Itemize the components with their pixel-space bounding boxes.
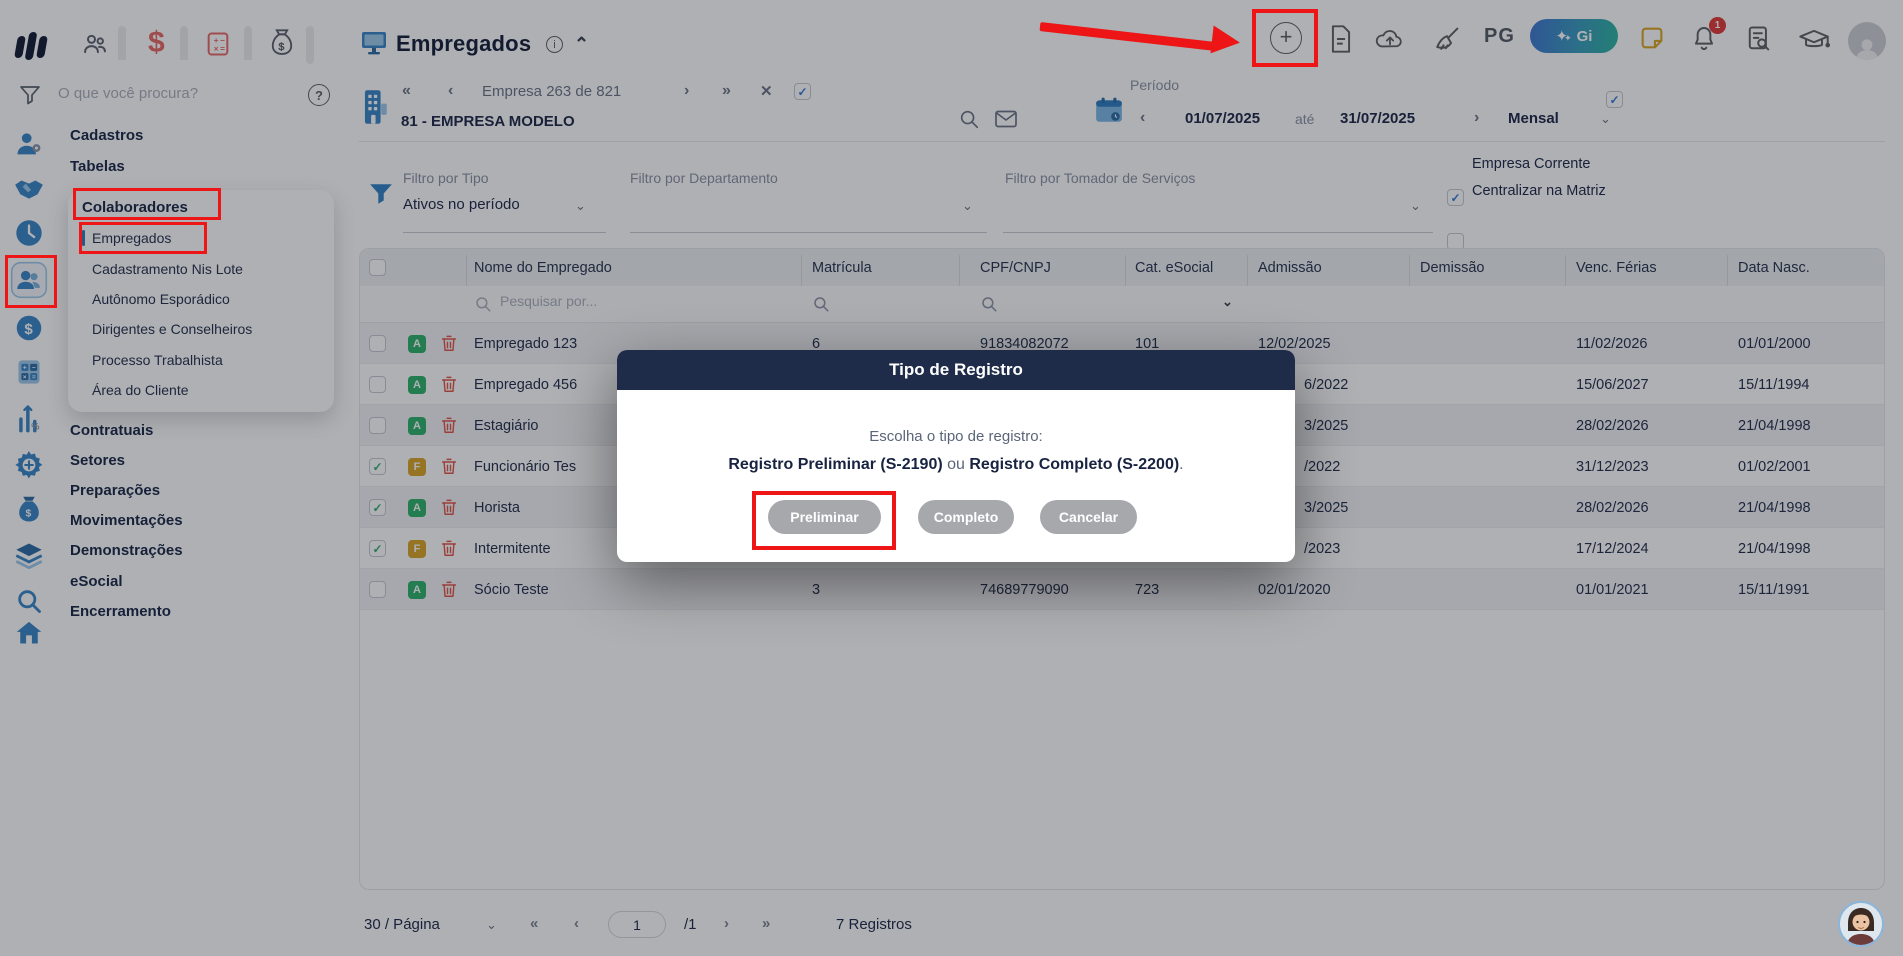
- annotation-box-preliminar: [752, 491, 896, 550]
- modal-bold-preliminar: Registro Preliminar (S-2190): [728, 456, 943, 473]
- annotation-arrow-head: [1210, 25, 1242, 57]
- cancelar-button[interactable]: Cancelar: [1040, 500, 1137, 534]
- modal-title: Tipo de Registro: [617, 350, 1295, 390]
- annotation-box-sidebar-icon: [5, 255, 57, 308]
- annotation-box-empregados: [79, 222, 207, 254]
- modal-instruction: Escolha o tipo de registro:: [869, 428, 1043, 445]
- annotation-box-add-button: [1252, 9, 1318, 67]
- modal-bold-completo: Registro Completo (S-2200): [969, 456, 1180, 473]
- app-window: $ + − × = $ Empregados i ⌃ + PG ✦✦ Gi 1 …: [0, 0, 1903, 956]
- modal-options-text: Registro Preliminar (S-2190) ou Registro…: [728, 456, 1184, 473]
- tipo-registro-modal: Tipo de Registro Escolha o tipo de regis…: [617, 350, 1295, 562]
- support-chat-avatar[interactable]: [1838, 901, 1884, 947]
- annotation-box-colaboradores: [73, 188, 221, 220]
- completo-button[interactable]: Completo: [918, 500, 1014, 534]
